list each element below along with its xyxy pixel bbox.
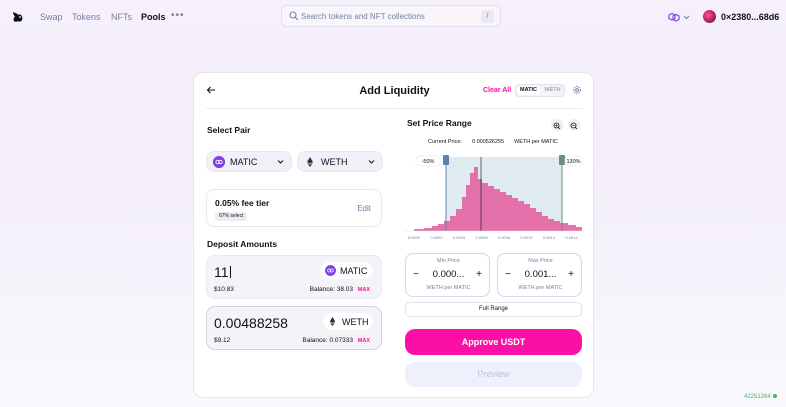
min-price-increment-button[interactable]: + xyxy=(474,269,484,280)
full-range-button[interactable]: Full Range xyxy=(405,302,582,317)
deposit-balance: Balance: 38.03 xyxy=(309,286,353,293)
current-price-value: 0.000526255 xyxy=(472,139,505,145)
preview-button[interactable]: Preview xyxy=(405,362,582,387)
fee-tier-card: 0.05% fee tier 67% select Edit xyxy=(206,189,382,227)
max-price-unit: WETH per MATIC xyxy=(518,285,563,291)
eth-token-icon xyxy=(307,157,313,167)
min-percent-tag: -50% xyxy=(422,159,435,165)
token-a-selector[interactable]: MATIC xyxy=(206,151,292,172)
max-price-label: Max Price xyxy=(528,258,553,264)
x-tick-label: 0.0010 xyxy=(520,235,533,240)
max-price-handle[interactable] xyxy=(559,155,565,165)
deposit-amount-matic[interactable]: 11 xyxy=(214,264,231,280)
min-price-box: − Min Price 0.000... WETH per MATIC + xyxy=(405,253,490,297)
current-price-unit: WETH per MATIC xyxy=(514,139,558,145)
deposit-amount-weth[interactable]: 0.00488258 xyxy=(214,315,288,331)
max-percent-tag: 130% xyxy=(566,159,580,165)
min-price-handle[interactable] xyxy=(443,155,449,165)
min-price-unit: WETH per MATIC xyxy=(426,285,471,291)
avatar xyxy=(703,10,716,23)
nav-swap[interactable]: Swap xyxy=(40,12,63,22)
x-tick-label: 0.0000 xyxy=(408,235,421,240)
uniswap-logo-icon[interactable] xyxy=(11,10,25,24)
zoom-in-icon xyxy=(553,122,561,130)
nav-nfts[interactable]: NFTs xyxy=(111,12,132,22)
deposit-token-matic: MATIC xyxy=(321,262,373,279)
top-navbar: Swap Tokens NFTs Pools ••• Search tokens… xyxy=(0,0,786,34)
x-tick-label: 0.0004 xyxy=(453,235,466,240)
account-address: 0×2380...68d6 xyxy=(721,12,780,22)
toggle-weth[interactable]: WETH xyxy=(541,86,564,95)
zoom-out-icon xyxy=(570,122,578,130)
chevron-down-icon xyxy=(683,15,690,20)
token-b-name: WETH xyxy=(321,157,348,167)
x-tick-label: 0.0014 xyxy=(565,235,578,240)
search-placeholder: Search tokens and NFT collections xyxy=(301,12,425,21)
deposit-input-matic[interactable]: 11 MATIC $10.83 Balance: 38.03 MAX xyxy=(206,255,382,299)
network-selector[interactable] xyxy=(667,11,697,23)
nav-tokens[interactable]: Tokens xyxy=(72,12,101,22)
deposit-usd-value: $10.83 xyxy=(214,286,234,293)
clear-all-button[interactable]: Clear All xyxy=(483,87,511,94)
chevron-down-icon xyxy=(368,160,375,164)
matic-token-icon xyxy=(325,265,336,276)
status-dot-icon xyxy=(772,394,777,398)
chevron-down-icon xyxy=(277,160,284,164)
x-axis-ticks: 0.0000 0.0002 0.0004 0.0006 0.0008 0.0010 0.00… xyxy=(408,235,579,240)
fee-select-badge: 67% select xyxy=(215,212,248,221)
x-tick-label: 0.0008 xyxy=(498,235,511,240)
search-icon xyxy=(289,11,299,21)
polygon-network-icon xyxy=(668,12,680,22)
eth-token-icon xyxy=(329,316,336,327)
min-price-label: Min Price xyxy=(437,258,460,264)
x-tick-label: 0.0006 xyxy=(475,235,488,240)
fee-edit-button[interactable]: Edit xyxy=(357,204,371,213)
fee-tier-label: 0.05% fee tier xyxy=(215,198,270,208)
denomination-toggle[interactable]: MATIC WETH xyxy=(515,84,565,97)
select-pair-heading: Select Pair xyxy=(207,125,251,135)
x-tick-label: 0.0002 xyxy=(430,235,443,240)
search-bar[interactable]: Search tokens and NFT collections / xyxy=(281,5,501,27)
deposit-token-name: WETH xyxy=(342,317,369,327)
max-button[interactable]: MAX xyxy=(358,338,370,344)
header-divider xyxy=(206,108,583,109)
nav-pools[interactable]: Pools xyxy=(141,12,166,22)
settings-gear-icon[interactable] xyxy=(572,85,582,95)
approve-usdt-button[interactable]: Approve USDT xyxy=(405,329,582,355)
liquidity-depth-chart[interactable]: -50% 130% 0.0000 0.0002 0.0004 0.0006 0.0008… xyxy=(404,153,584,247)
search-shortcut-key: / xyxy=(481,10,494,23)
max-button[interactable]: MAX xyxy=(358,287,370,293)
max-price-box: − Max Price 0.001... WETH per MATIC + xyxy=(497,253,582,297)
deposit-token-weth: WETH xyxy=(323,313,373,330)
toggle-matic[interactable]: MATIC xyxy=(517,86,540,95)
deposit-usd-value: $9.12 xyxy=(214,337,231,344)
current-price-label: Current Price: xyxy=(428,139,462,145)
block-number-indicator[interactable]: 42251264 xyxy=(744,394,777,400)
token-b-selector[interactable]: WETH xyxy=(297,151,383,172)
deposit-token-name: MATIC xyxy=(340,266,368,276)
zoom-out-button[interactable] xyxy=(568,119,580,131)
deposit-amounts-heading: Deposit Amounts xyxy=(207,239,278,249)
block-number: 42251264 xyxy=(744,394,771,400)
x-tick-label: 0.0012 xyxy=(543,235,556,240)
max-price-increment-button[interactable]: + xyxy=(566,269,576,280)
zoom-in-button[interactable] xyxy=(551,119,563,131)
token-a-name: MATIC xyxy=(230,157,258,167)
more-menu-icon[interactable]: ••• xyxy=(171,10,185,21)
deposit-input-weth[interactable]: 0.00488258 WETH $9.12 Balance: 0.07333 M… xyxy=(206,306,382,350)
set-price-range-heading: Set Price Range xyxy=(407,118,472,128)
deposit-balance: Balance: 0.07333 xyxy=(302,337,353,344)
add-liquidity-card: Add Liquidity Clear All MATIC WETH Selec… xyxy=(193,72,594,398)
matic-token-icon xyxy=(213,156,225,168)
